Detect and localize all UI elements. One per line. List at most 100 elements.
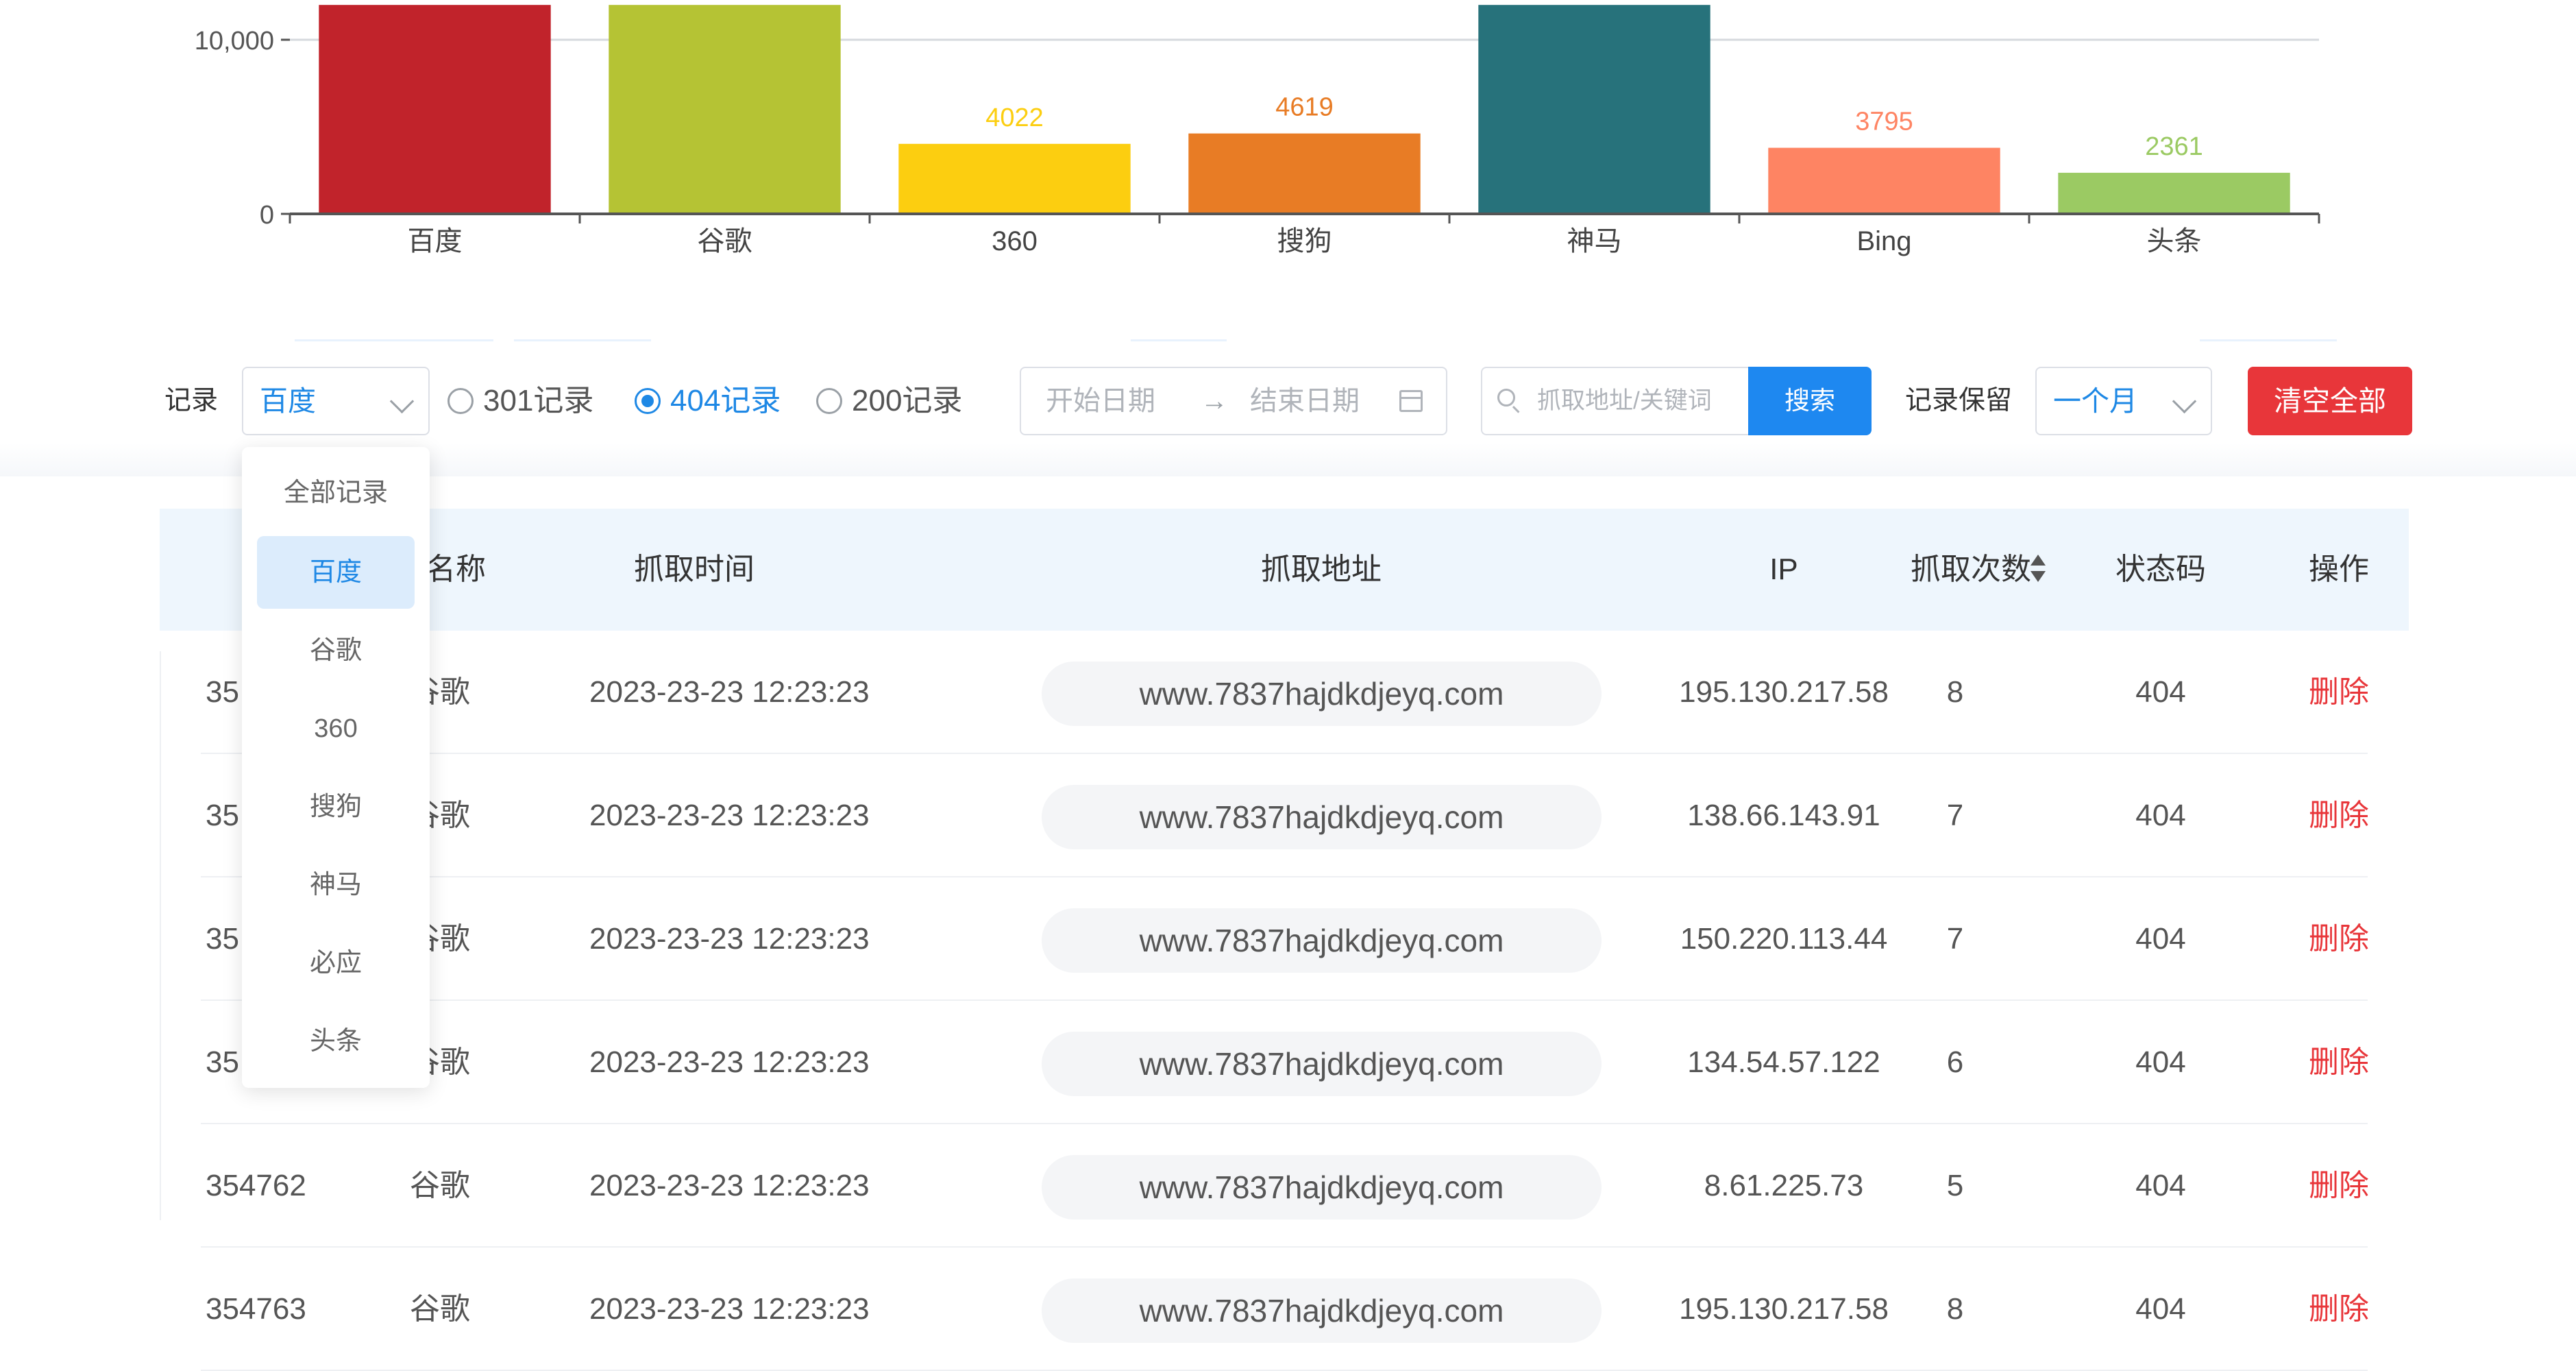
table-row: 35 谷歌 2023-23-23 12:23:23 www.7837hajdkdjey…	[160, 631, 2409, 754]
cell-url[interactable]: www.7837hajdkdjeyq.com	[1042, 662, 1602, 726]
dropdown-option[interactable]: 360	[242, 692, 430, 765]
delete-link[interactable]: 删除	[2270, 1001, 2407, 1124]
search-group: 抓取地址/关键词 搜索	[1481, 367, 1872, 435]
cell-count: 7	[1946, 799, 1964, 832]
retention-label: 记录保留	[1905, 386, 2013, 415]
table-row: 354763 谷歌 2023-23-23 12:23:23 www.7837hajdk…	[160, 1248, 2409, 1371]
radio-circle-icon	[447, 388, 474, 414]
dropdown-option[interactable]: 神马	[242, 849, 430, 921]
cell-id: 35	[206, 799, 239, 832]
col-url-header: 抓取地址	[1261, 553, 1382, 586]
delete-link[interactable]: 删除	[2270, 1124, 2407, 1248]
cell-status: 404	[2135, 1045, 2186, 1079]
radio-circle-checked-icon	[635, 388, 661, 414]
table-header: 擎名称 抓取时间 抓取地址 IP 抓取次数 状态码 操作	[160, 509, 2409, 631]
cell-ip: 138.66.143.91	[1687, 799, 1880, 832]
cell-time: 2023-23-23 12:23:23	[589, 675, 870, 709]
dropdown-option[interactable]: 百度	[257, 536, 415, 609]
sort-icon[interactable]	[2031, 555, 2046, 585]
cell-url[interactable]: www.7837hajdkdjeyq.com	[1042, 1278, 1602, 1343]
table-row: 35 谷歌 2023-23-23 12:23:23 www.7837hajdkdjey…	[160, 877, 2409, 1001]
end-date-input[interactable]: 结束日期	[1250, 368, 1360, 434]
table-body: 35 谷歌 2023-23-23 12:23:23 www.7837hajdkdjey…	[160, 631, 2409, 1371]
cell-count: 5	[1946, 1169, 1964, 1202]
cell-url[interactable]: www.7837hajdkdjeyq.com	[1042, 908, 1602, 973]
cell-id: 354763	[206, 1292, 306, 1326]
cell-ip: 150.220.113.44	[1680, 922, 1888, 956]
cell-url-text: www.7837hajdkdjeyq.com	[1139, 799, 1504, 835]
cell-url-text: www.7837hajdkdjeyq.com	[1139, 1293, 1504, 1328]
cell-count: 6	[1946, 1045, 1964, 1079]
start-date-input[interactable]: 开始日期	[1046, 368, 1155, 434]
dropdown-option[interactable]: 必应	[242, 927, 430, 999]
cell-url-text: www.7837hajdkdjeyq.com	[1139, 1169, 1504, 1205]
cell-ip: 134.54.57.122	[1687, 1045, 1880, 1079]
cell-id: 35	[206, 1045, 239, 1079]
cell-url[interactable]: www.7837hajdkdjeyq.com	[1042, 1155, 1602, 1220]
chart-tab-strip	[295, 339, 2351, 342]
cell-ip: 195.130.217.58	[1679, 675, 1889, 709]
dropdown-option[interactable]: 头条	[242, 1005, 430, 1078]
x-tick-label: 360	[992, 226, 1038, 256]
delete-link[interactable]: 删除	[2270, 754, 2407, 877]
bar-3	[1188, 133, 1421, 214]
engine-dropdown-menu: 全部记录 百度 谷歌 360 搜狗 神马 必应 头条	[242, 447, 430, 1088]
cell-url-text: www.7837hajdkdjeyq.com	[1139, 1046, 1504, 1082]
record-label: 记录	[164, 386, 219, 415]
cell-id: 35	[206, 922, 239, 956]
table-row: 35 谷歌 2023-23-23 12:23:23 www.7837hajdkdjey…	[160, 1001, 2409, 1124]
dropdown-option[interactable]: 全部记录	[242, 457, 430, 529]
dropdown-option[interactable]: 谷歌	[242, 614, 430, 687]
cell-status: 404	[2135, 1292, 2186, 1326]
bar-value-label: 3795	[1855, 108, 1913, 136]
radio-circle-icon	[816, 388, 842, 414]
x-tick-label: Bing	[1856, 226, 1911, 256]
cell-url-text: www.7837hajdkdjeyq.com	[1139, 923, 1504, 958]
delete-link[interactable]: 删除	[2270, 877, 2407, 1001]
cell-time: 2023-23-23 12:23:23	[589, 1045, 870, 1079]
dropdown-option[interactable]: 搜狗	[242, 771, 430, 843]
bar-2	[898, 143, 1131, 214]
cell-url-text: www.7837hajdkdjeyq.com	[1139, 676, 1504, 712]
y-tick-label: 10,000	[195, 27, 274, 56]
cell-engine: 谷歌	[410, 1169, 470, 1202]
calendar-icon	[1399, 390, 1423, 412]
search-input[interactable]: 抓取地址/关键词	[1481, 367, 1752, 435]
date-range-separator: →	[1201, 386, 1228, 416]
cell-url[interactable]: www.7837hajdkdjeyq.com	[1042, 785, 1602, 849]
cell-status: 404	[2135, 922, 2186, 956]
cell-time: 2023-23-23 12:23:23	[589, 1169, 870, 1202]
date-range-picker[interactable]: 开始日期 → 结束日期	[1020, 367, 1447, 435]
cell-id: 354762	[206, 1169, 306, 1202]
search-icon	[1497, 389, 1515, 407]
col-ip-header: IP	[1769, 553, 1798, 586]
bar-4	[1478, 5, 1710, 214]
delete-link[interactable]: 删除	[2270, 631, 2407, 754]
cell-time: 2023-23-23 12:23:23	[589, 922, 870, 956]
engine-select[interactable]: 百度	[242, 367, 430, 435]
search-engine-crawl-bar-chart: 4022 4619 3795 2361 0 10,000 百度 谷歌 360 搜狗 神马 Bing 头…	[195, 5, 2320, 256]
search-button[interactable]: 搜索	[1748, 367, 1872, 435]
cell-count: 8	[1946, 1292, 1964, 1326]
cell-count: 7	[1946, 922, 1964, 956]
chevron-down-icon	[2172, 389, 2197, 414]
x-tick-label: 百度	[408, 226, 463, 256]
cell-id: 35	[206, 675, 239, 709]
clear-all-button[interactable]: 清空全部	[2248, 367, 2412, 435]
cell-status: 404	[2135, 1169, 2186, 1202]
cell-status: 404	[2135, 675, 2186, 709]
cell-url[interactable]: www.7837hajdkdjeyq.com	[1042, 1032, 1602, 1096]
bar-value-label: 2361	[2145, 132, 2203, 161]
chevron-down-icon	[389, 389, 415, 414]
engine-select-value: 百度	[260, 385, 316, 417]
retention-select-value: 一个月	[2053, 385, 2137, 417]
cell-ip: 195.130.217.58	[1679, 1292, 1889, 1326]
x-tick-label: 神马	[1567, 226, 1622, 256]
cell-ip: 8.61.225.73	[1704, 1169, 1864, 1202]
retention-select[interactable]: 一个月	[2035, 367, 2212, 435]
x-tick-label: 谷歌	[698, 226, 752, 256]
bar-value-label: 4619	[1275, 93, 1334, 122]
cell-time: 2023-23-23 12:23:23	[589, 799, 870, 832]
cell-time: 2023-23-23 12:23:23	[589, 1292, 870, 1326]
delete-link[interactable]: 删除	[2270, 1248, 2407, 1371]
